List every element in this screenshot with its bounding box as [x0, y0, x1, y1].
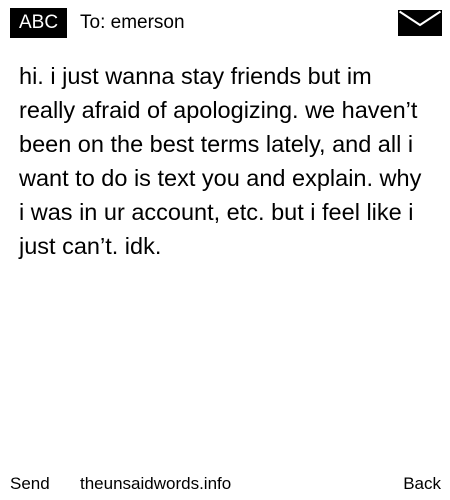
softkey-bar: Send theunsaidwords.info Back [0, 470, 450, 498]
site-link[interactable]: theunsaidwords.info [80, 470, 231, 498]
envelope-icon [398, 10, 442, 36]
send-button[interactable]: Send [10, 470, 50, 498]
recipient-field[interactable]: To: emerson [80, 8, 185, 38]
input-mode-badge[interactable]: ABC [10, 8, 68, 38]
back-button[interactable]: Back [403, 470, 441, 498]
message-body[interactable]: hi. i just wanna stay friends but im rea… [19, 59, 431, 263]
compose-header: ABC To: emerson [0, 0, 450, 46]
